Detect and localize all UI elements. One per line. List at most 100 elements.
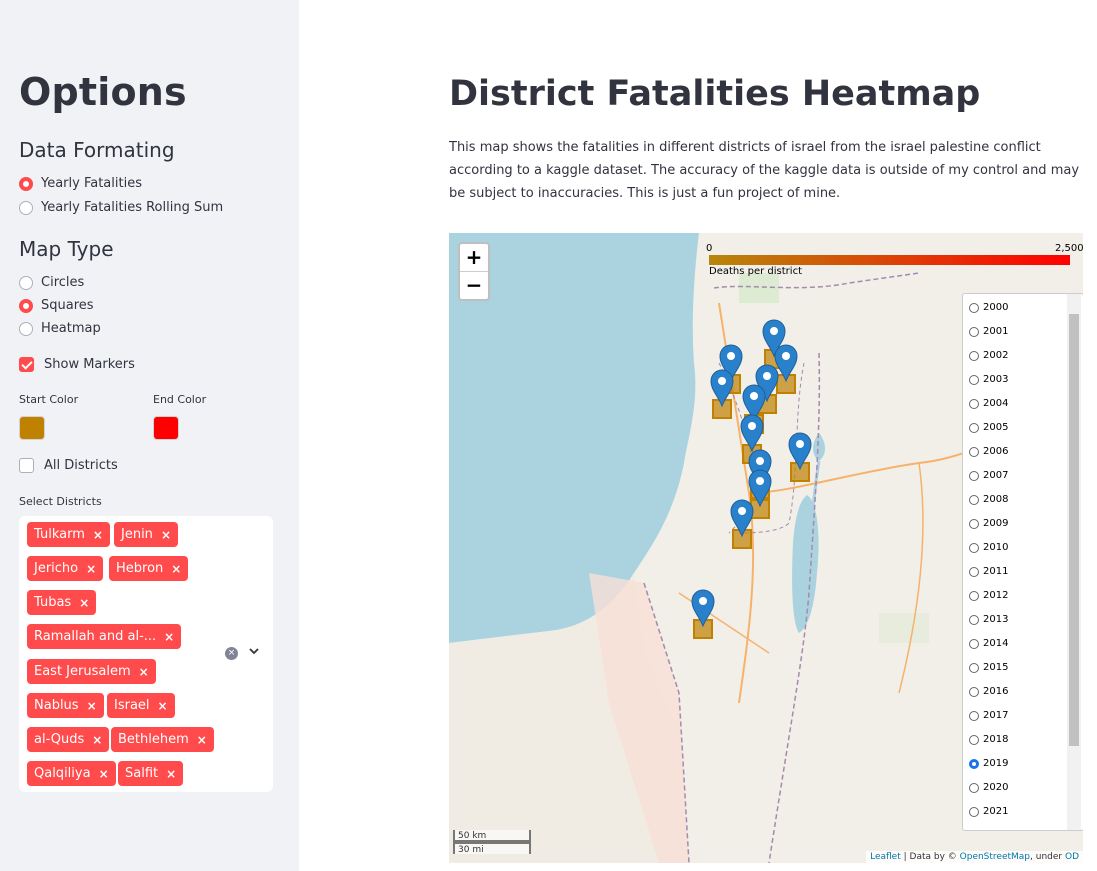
year-radio[interactable] bbox=[969, 374, 979, 385]
district-tag[interactable]: Bethlehem × bbox=[111, 727, 214, 752]
radio-yearly-fatalities[interactable]: Yearly Fatalities bbox=[19, 176, 142, 191]
remove-tag-icon[interactable]: × bbox=[161, 528, 171, 542]
year-radio[interactable] bbox=[969, 542, 979, 553]
year-radio[interactable] bbox=[969, 566, 979, 577]
radio-button[interactable] bbox=[19, 275, 33, 290]
year-option-2017[interactable]: 2017 bbox=[969, 710, 1008, 721]
remove-tag-icon[interactable]: × bbox=[139, 665, 149, 679]
year-option-2009[interactable]: 2009 bbox=[969, 518, 1008, 529]
district-tag[interactable]: al-Quds × bbox=[27, 727, 110, 752]
year-radio[interactable] bbox=[969, 782, 979, 793]
radio-circles[interactable]: Circles bbox=[19, 275, 84, 290]
zoom-out-button[interactable]: − bbox=[460, 272, 488, 299]
show-markers-checkbox[interactable] bbox=[19, 357, 34, 372]
year-radio[interactable] bbox=[969, 662, 979, 673]
district-multiselect[interactable]: Tulkarm × Jenin × Jericho × Hebron × Tubas × … bbox=[19, 516, 273, 792]
year-radio[interactable] bbox=[969, 494, 979, 505]
year-option-2014[interactable]: 2014 bbox=[969, 638, 1008, 649]
leaflet-link[interactable]: Leaflet bbox=[870, 852, 901, 862]
remove-tag-icon[interactable]: × bbox=[87, 699, 97, 713]
year-option-2006[interactable]: 2006 bbox=[969, 446, 1008, 457]
end-color-picker[interactable] bbox=[153, 416, 179, 440]
zoom-in-button[interactable]: + bbox=[460, 244, 488, 272]
year-option-2003[interactable]: 2003 bbox=[969, 374, 1008, 385]
year-option-2011[interactable]: 2011 bbox=[969, 566, 1008, 577]
osm-link[interactable]: OpenStreetMap bbox=[960, 852, 1030, 862]
year-option-2012[interactable]: 2012 bbox=[969, 590, 1008, 601]
district-tag[interactable]: Jenin × bbox=[114, 522, 178, 547]
year-option-2008[interactable]: 2008 bbox=[969, 494, 1008, 505]
year-option-2000[interactable]: 2000 bbox=[969, 302, 1008, 313]
remove-tag-icon[interactable]: × bbox=[164, 630, 174, 644]
radio-button-selected[interactable] bbox=[19, 176, 33, 191]
year-radio[interactable] bbox=[969, 518, 979, 529]
year-option-2020[interactable]: 2020 bbox=[969, 782, 1008, 793]
radio-yearly-rolling-sum[interactable]: Yearly Fatalities Rolling Sum bbox=[19, 200, 223, 215]
all-districts-checkbox[interactable] bbox=[19, 458, 34, 473]
year-radio[interactable] bbox=[969, 422, 979, 433]
remove-tag-icon[interactable]: × bbox=[79, 596, 89, 610]
remove-tag-icon[interactable]: × bbox=[93, 528, 103, 542]
year-option-2013[interactable]: 2013 bbox=[969, 614, 1008, 625]
remove-tag-icon[interactable]: × bbox=[99, 767, 109, 781]
year-option-2016[interactable]: 2016 bbox=[969, 686, 1008, 697]
year-option-2021[interactable]: 2021 bbox=[969, 806, 1008, 817]
year-radio[interactable] bbox=[969, 806, 979, 817]
remove-tag-icon[interactable]: × bbox=[86, 562, 96, 576]
license-link[interactable]: OD bbox=[1065, 852, 1079, 862]
year-radio[interactable] bbox=[969, 710, 979, 721]
clear-all-icon[interactable]: × bbox=[225, 647, 238, 660]
district-tag[interactable]: East Jerusalem × bbox=[27, 659, 156, 684]
year-radio[interactable] bbox=[969, 398, 979, 409]
year-radio[interactable] bbox=[969, 446, 979, 457]
remove-tag-icon[interactable]: × bbox=[92, 733, 102, 747]
zoom-control[interactable]: + − bbox=[458, 242, 490, 301]
year-option-2019[interactable]: 2019 bbox=[969, 758, 1008, 769]
radio-button[interactable] bbox=[19, 321, 33, 336]
year-radio[interactable] bbox=[969, 350, 979, 361]
remove-tag-icon[interactable]: × bbox=[171, 562, 181, 576]
start-color-picker[interactable] bbox=[19, 416, 45, 440]
remove-tag-icon[interactable]: × bbox=[197, 733, 207, 747]
year-radio[interactable] bbox=[969, 758, 979, 769]
year-label: 2021 bbox=[983, 806, 1009, 817]
remove-tag-icon[interactable]: × bbox=[158, 699, 168, 713]
year-radio[interactable] bbox=[969, 614, 979, 625]
district-tag[interactable]: Israel × bbox=[107, 693, 175, 718]
year-radio[interactable] bbox=[969, 686, 979, 697]
year-radio[interactable] bbox=[969, 302, 979, 313]
year-radio[interactable] bbox=[969, 734, 979, 745]
year-radio[interactable] bbox=[969, 590, 979, 601]
district-tag[interactable]: Qalqiliya × bbox=[27, 761, 116, 786]
year-selector[interactable]: 2000 2001 2002 2003 2004 2005 2006 2007 2008 2009… bbox=[962, 293, 1083, 831]
year-option-2001[interactable]: 2001 bbox=[969, 326, 1008, 337]
remove-tag-icon[interactable]: × bbox=[166, 767, 176, 781]
radio-squares[interactable]: Squares bbox=[19, 298, 94, 313]
district-tag[interactable]: Nablus × bbox=[27, 693, 104, 718]
year-option-2004[interactable]: 2004 bbox=[969, 398, 1008, 409]
year-radio[interactable] bbox=[969, 470, 979, 481]
map-view[interactable]: + − 0 2,500 Deaths per district 2000 2001… bbox=[449, 233, 1083, 863]
all-districts-checkbox-row[interactable]: All Districts bbox=[19, 458, 118, 473]
radio-heatmap[interactable]: Heatmap bbox=[19, 321, 101, 336]
year-radio[interactable] bbox=[969, 638, 979, 649]
district-tag[interactable]: Ramallah and al-... × bbox=[27, 624, 182, 649]
year-option-2015[interactable]: 2015 bbox=[969, 662, 1008, 673]
year-option-2005[interactable]: 2005 bbox=[969, 422, 1008, 433]
year-option-2010[interactable]: 2010 bbox=[969, 542, 1008, 553]
year-radio[interactable] bbox=[969, 326, 979, 337]
district-tag[interactable]: Tulkarm × bbox=[27, 522, 110, 547]
year-option-2007[interactable]: 2007 bbox=[969, 470, 1008, 481]
district-tag[interactable]: Jericho × bbox=[27, 556, 104, 581]
radio-button-selected[interactable] bbox=[19, 298, 33, 313]
year-option-2002[interactable]: 2002 bbox=[969, 350, 1008, 361]
district-tag[interactable]: Tubas × bbox=[27, 590, 97, 615]
chevron-down-icon[interactable] bbox=[248, 645, 260, 657]
district-tag[interactable]: Hebron × bbox=[109, 556, 189, 581]
radio-button[interactable] bbox=[19, 200, 33, 215]
scrollbar-thumb[interactable] bbox=[1069, 314, 1079, 746]
district-tag[interactable]: Salfit × bbox=[118, 761, 184, 786]
show-markers-checkbox-row[interactable]: Show Markers bbox=[19, 357, 135, 372]
year-option-2018[interactable]: 2018 bbox=[969, 734, 1008, 745]
year-list-scrollbar[interactable] bbox=[1067, 294, 1081, 830]
